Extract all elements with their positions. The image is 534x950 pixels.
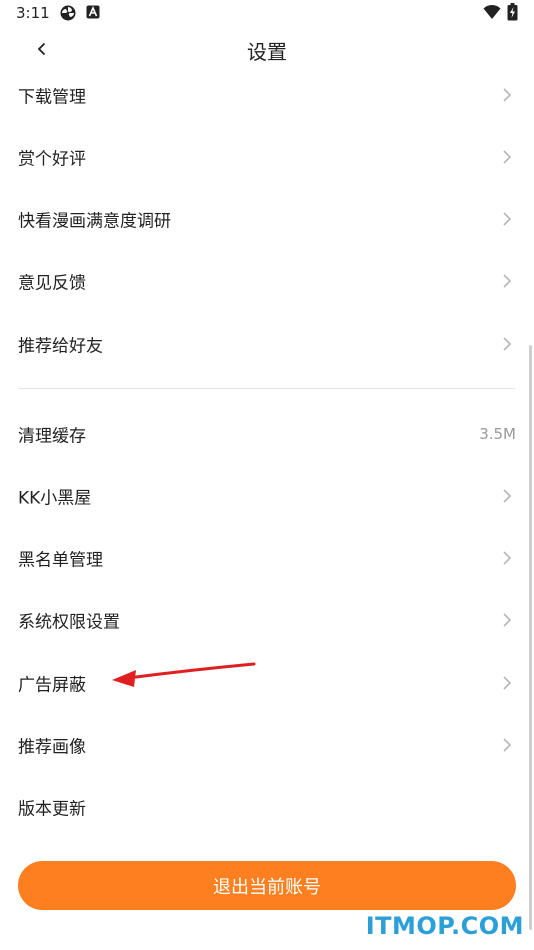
settings-row-satisfaction-survey[interactable]: 快看漫画满意度调研 (0, 188, 534, 250)
settings-row-feedback[interactable]: 意见反馈 (0, 250, 534, 312)
status-time: 3:11 (16, 4, 50, 22)
chevron-right-icon (503, 676, 512, 690)
fan-icon (60, 5, 76, 25)
chevron-right-icon (503, 88, 512, 102)
settings-row-recommend-friends[interactable]: 推荐给好友 (0, 313, 534, 375)
chevron-right-icon (503, 738, 512, 752)
settings-row-ad-block[interactable]: 广告屏蔽 (0, 652, 534, 714)
row-label: 意见反馈 (18, 273, 86, 294)
chevron-right-icon (503, 150, 512, 164)
settings-row-recommend-profile[interactable]: 推荐画像 (0, 714, 534, 776)
row-label: 广告屏蔽 (18, 675, 86, 696)
battery-charging-icon (507, 3, 518, 25)
settings-row-kk-blackroom[interactable]: KK小黑屋 (0, 465, 534, 527)
chevron-right-icon (503, 489, 512, 503)
settings-row-download-manager[interactable]: 下载管理 (0, 64, 534, 126)
row-label: KK小黑屋 (18, 488, 92, 509)
row-label: 版本更新 (18, 799, 86, 820)
chevron-right-icon (503, 274, 512, 288)
row-label: 系统权限设置 (18, 612, 120, 633)
cache-size-value: 3.5M (479, 425, 516, 443)
chevron-right-icon (503, 212, 512, 226)
status-bar: 3:11 (0, 0, 534, 28)
chevron-right-icon (503, 551, 512, 565)
settings-row-blacklist[interactable]: 黑名单管理 (0, 527, 534, 589)
row-label: 推荐给好友 (18, 336, 103, 357)
logout-button[interactable]: 退出当前账号 (18, 861, 516, 910)
settings-row-version-update[interactable]: 版本更新 (0, 776, 534, 838)
row-label: 黑名单管理 (18, 550, 103, 571)
row-label: 赏个好评 (18, 149, 86, 170)
settings-row-rate-app[interactable]: 赏个好评 (0, 126, 534, 188)
page-title: 设置 (247, 40, 287, 64)
row-label: 快看漫画满意度调研 (18, 211, 171, 232)
section-divider (18, 388, 516, 389)
row-label: 推荐画像 (18, 737, 86, 758)
settings-row-system-permissions[interactable]: 系统权限设置 (0, 589, 534, 651)
a-icon (86, 5, 100, 23)
chevron-right-icon (503, 613, 512, 627)
chevron-right-icon (503, 337, 512, 351)
row-label: 清理缓存 (18, 426, 86, 447)
watermark: ITMOP.COM (365, 912, 524, 940)
scrollbar[interactable] (529, 345, 532, 930)
row-label: 下载管理 (18, 87, 86, 108)
wifi-icon (483, 4, 501, 24)
settings-row-clear-cache[interactable]: 清理缓存 3.5M (0, 403, 534, 465)
